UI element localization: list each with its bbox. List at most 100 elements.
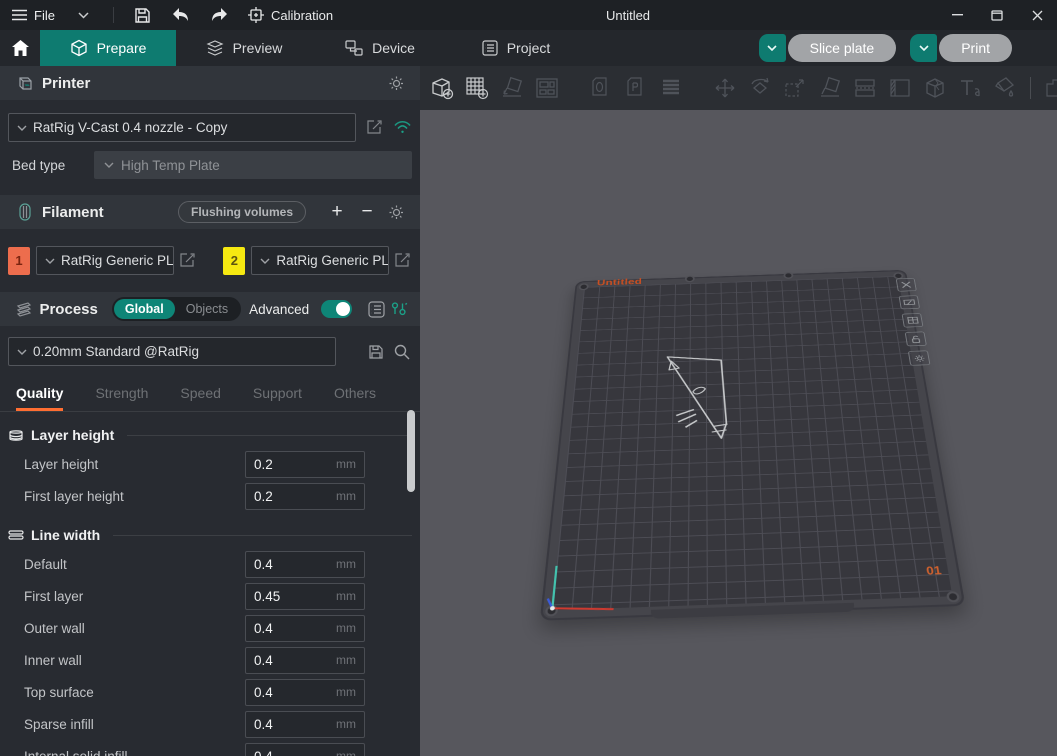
split-objects-icon[interactable]	[587, 74, 615, 102]
build-plate[interactable]: Untitled 01	[540, 270, 966, 621]
first-layer-height-input[interactable]: 0.2 mm	[245, 483, 365, 510]
home-icon	[12, 40, 29, 56]
color-paint-icon[interactable]	[991, 74, 1019, 102]
plate-number-label: 01	[925, 564, 942, 578]
calibration-icon	[248, 7, 264, 23]
printer-preset-row: RatRig V-Cast 0.4 nozzle - Copy	[8, 113, 412, 142]
arrange-plate-icon[interactable]	[902, 313, 924, 327]
lock-plate-icon[interactable]	[905, 331, 927, 346]
scale-icon[interactable]	[781, 74, 809, 102]
assembly-icon[interactable]	[1042, 74, 1057, 102]
support-paint-icon[interactable]	[886, 74, 914, 102]
undo-button[interactable]	[162, 0, 200, 30]
cut-icon[interactable]	[851, 74, 879, 102]
rename-plate-icon[interactable]	[899, 295, 920, 309]
setting-row: Layer height 0.2 mm	[0, 448, 420, 480]
edit-filament-1-icon[interactable]	[178, 253, 197, 268]
split-parts-icon[interactable]	[622, 74, 650, 102]
tab-others[interactable]: Others	[334, 379, 376, 411]
layer-height-icon	[8, 429, 24, 442]
setting-unit: mm	[336, 489, 356, 503]
layer-height-input[interactable]: 0.2 mm	[245, 451, 365, 478]
filament-settings-gear-icon[interactable]	[384, 204, 408, 221]
print-button[interactable]: Print	[939, 34, 1012, 62]
move-icon[interactable]	[711, 74, 739, 102]
tab-project[interactable]: Project	[448, 30, 584, 66]
scope-global[interactable]: Global	[114, 299, 175, 319]
plate-screw	[946, 591, 960, 602]
advanced-toggle[interactable]	[321, 300, 352, 318]
plate-settings-gear-icon[interactable]	[908, 350, 931, 365]
printer-preset-select[interactable]: RatRig V-Cast 0.4 nozzle - Copy	[8, 113, 356, 142]
edit-printer-icon[interactable]	[364, 120, 384, 135]
inner-wall-line-width-input[interactable]: 0.4 mm	[245, 647, 365, 674]
sidebar-scrollbar[interactable]	[407, 410, 415, 492]
sparse-infill-line-width-input[interactable]: 0.4 mm	[245, 711, 365, 738]
close-button[interactable]	[1017, 0, 1057, 30]
slice-plate-button[interactable]: Slice plate	[788, 34, 897, 62]
setting-row: First layer 0.45 mm	[0, 580, 420, 612]
maximize-button[interactable]	[977, 0, 1017, 30]
place-on-face-icon[interactable]	[816, 74, 844, 102]
tab-preview[interactable]: Preview	[176, 30, 312, 66]
filament-2-select[interactable]: RatRig Generic PLA	[251, 246, 389, 275]
add-icon[interactable]	[428, 74, 456, 102]
save-preset-icon[interactable]	[368, 344, 384, 360]
tab-prepare[interactable]: Prepare	[40, 30, 176, 66]
objects-list-icon[interactable]	[368, 301, 386, 318]
filament-row: 1 RatRig Generic PLA 2 RatRig Generic PL…	[8, 246, 412, 275]
model-sketch-outline[interactable]	[654, 336, 762, 466]
default-line-width-input[interactable]: 0.4 mm	[245, 551, 365, 578]
first-layer-line-width-input[interactable]: 0.45 mm	[245, 583, 365, 610]
variable-layer-height-icon[interactable]	[657, 74, 685, 102]
add-plate-icon[interactable]	[463, 74, 491, 102]
printer-preset-value: RatRig V-Cast 0.4 nozzle - Copy	[33, 120, 227, 135]
search-preset-icon[interactable]	[394, 344, 410, 360]
process-preset-select[interactable]: 0.20mm Standard @RatRig	[8, 337, 336, 366]
parameter-table-icon[interactable]	[390, 301, 408, 317]
setting-unit: mm	[336, 621, 356, 635]
calibration-button[interactable]: Calibration	[238, 0, 343, 30]
mesh-boolean-icon[interactable]	[921, 74, 949, 102]
delete-plate-icon[interactable]	[896, 278, 917, 292]
filament-1-badge[interactable]: 1	[8, 247, 30, 275]
arrange-icon[interactable]	[533, 74, 561, 102]
bed-type-select[interactable]: High Temp Plate	[94, 151, 412, 179]
flushing-volumes-button[interactable]: Flushing volumes	[178, 201, 306, 223]
tab-support[interactable]: Support	[253, 379, 302, 411]
window-title: Untitled	[606, 8, 650, 23]
rotate-icon[interactable]	[746, 74, 774, 102]
tab-quality[interactable]: Quality	[16, 379, 63, 411]
file-menu-chevron[interactable]	[65, 0, 103, 30]
auto-orient-icon[interactable]	[498, 74, 526, 102]
outer-wall-line-width-input[interactable]: 0.4 mm	[245, 615, 365, 642]
project-icon	[482, 40, 498, 56]
edit-filament-2-icon[interactable]	[393, 253, 412, 268]
text-icon[interactable]	[956, 74, 984, 102]
viewport-3d[interactable]: Untitled 01	[420, 110, 1057, 756]
filament-2-badge[interactable]: 2	[223, 247, 245, 275]
scope-objects[interactable]: Objects	[175, 299, 239, 319]
tab-device[interactable]: Device	[312, 30, 448, 66]
home-button[interactable]	[0, 30, 40, 66]
slice-plate-dropdown[interactable]	[759, 34, 786, 62]
internal-solid-infill-line-width-input[interactable]: 0.4 mm	[245, 743, 365, 756]
wifi-connection-icon[interactable]	[392, 121, 412, 134]
tab-strength[interactable]: Strength	[95, 379, 148, 411]
remove-filament-button[interactable]: −	[354, 201, 380, 223]
bed-type-value: High Temp Plate	[121, 158, 220, 173]
redo-button[interactable]	[200, 0, 238, 30]
tab-speed[interactable]: Speed	[180, 379, 220, 411]
setting-row: Internal solid infill 0.4 mm	[0, 740, 420, 756]
filament-2-value: RatRig Generic PLA	[276, 253, 389, 268]
minimize-button[interactable]	[937, 0, 977, 30]
printer-settings-gear-icon[interactable]	[384, 75, 408, 92]
viewport-toolbar	[420, 66, 1057, 110]
save-button[interactable]	[124, 0, 162, 30]
hamburger-icon	[12, 9, 27, 21]
add-filament-button[interactable]: +	[324, 201, 350, 223]
top-surface-line-width-input[interactable]: 0.4 mm	[245, 679, 365, 706]
print-dropdown[interactable]	[910, 34, 937, 62]
filament-1-select[interactable]: RatRig Generic PLA	[36, 246, 174, 275]
file-menu[interactable]: File	[0, 0, 65, 30]
